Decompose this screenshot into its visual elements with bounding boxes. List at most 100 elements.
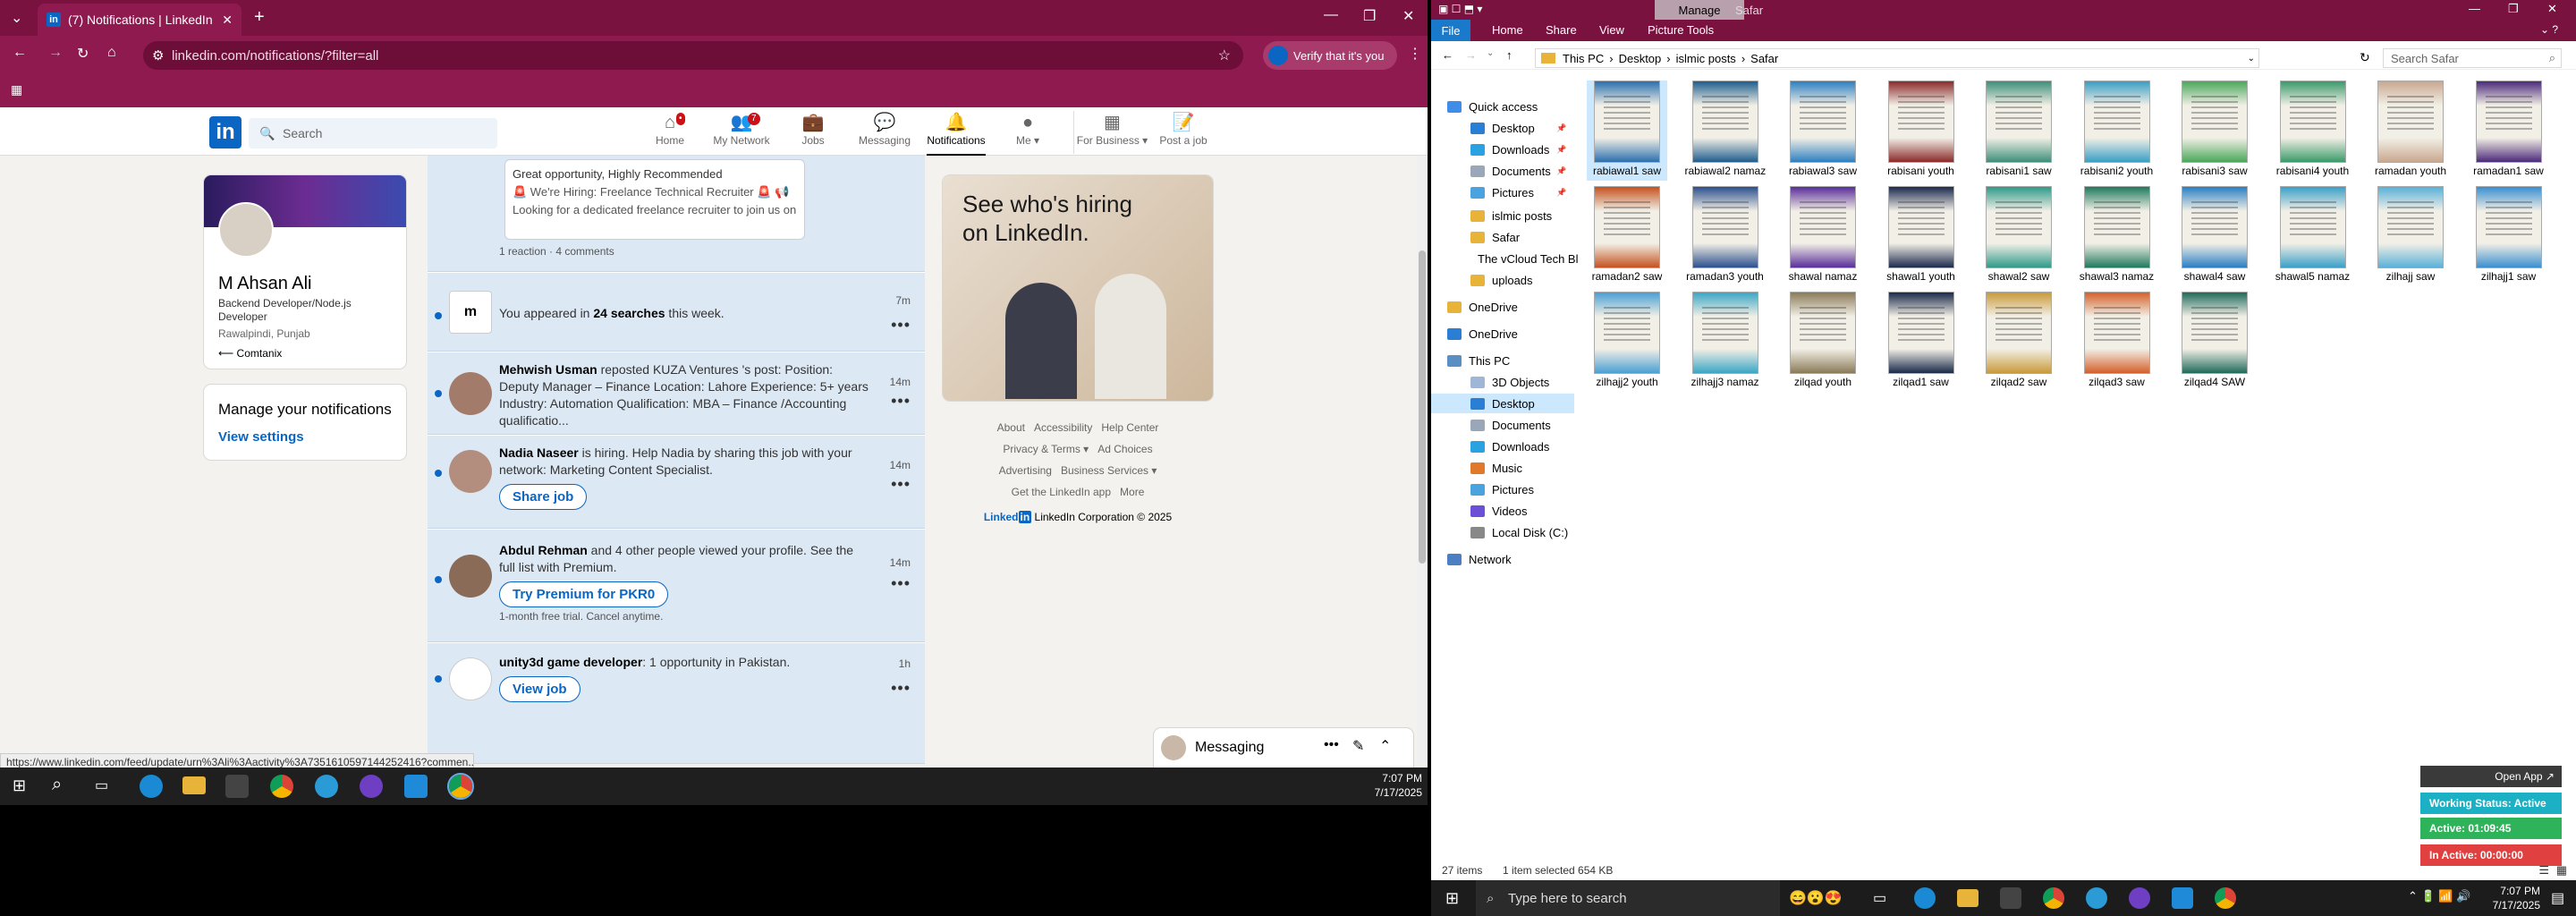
sidebar-item[interactable]: islmic posts (1431, 206, 1574, 225)
sidebar-item[interactable]: Safar (1431, 227, 1574, 247)
sidebar-item[interactable]: This PC (1431, 351, 1574, 370)
file-thumbnail[interactable]: zilhajj2 youth (1587, 292, 1667, 392)
bookmark-star-icon[interactable]: ☆ (1218, 47, 1231, 64)
site-info-icon[interactable]: ⚙ (152, 47, 164, 64)
address-bar[interactable]: ⚙ linkedin.com/notifications/?filter=all… (143, 41, 1243, 70)
reload-icon[interactable]: ↻ (77, 45, 89, 63)
breadcrumb[interactable]: This PC › Desktop › islmic posts › Safar ⌄ (1535, 48, 2259, 68)
windows-start-icon[interactable]: ⊞ (13, 776, 26, 795)
reactions-count[interactable]: 1 reaction · 4 comments (499, 245, 614, 258)
chrome-icon[interactable] (2043, 887, 2064, 909)
app-icon[interactable] (2086, 887, 2107, 909)
chrome-active-icon[interactable] (447, 773, 474, 800)
more-options-icon[interactable]: ••• (891, 574, 911, 593)
github-icon[interactable] (360, 775, 383, 798)
nav-home[interactable]: ⌂ • Home (635, 111, 705, 154)
file-thumbnail[interactable]: ramadan1 saw (2469, 81, 2549, 181)
file-explorer-icon[interactable] (182, 776, 206, 794)
view-job-button[interactable]: View job (499, 676, 580, 702)
post-preview[interactable]: Great opportunity, Highly Recommended 🚨 … (504, 159, 805, 240)
tab-file[interactable]: File (1431, 20, 1470, 41)
sidebar-item[interactable]: Videos (1431, 501, 1574, 521)
avatar[interactable] (449, 555, 492, 598)
close-window-icon[interactable]: ✕ (2547, 2, 2557, 16)
more-options-icon[interactable]: ••• (891, 392, 911, 411)
footer-privacy[interactable]: Privacy & Terms ▾ (1003, 443, 1089, 455)
crumb-safar[interactable]: Safar (1750, 52, 1778, 65)
minimize-icon[interactable]: — (2469, 2, 2480, 15)
open-app-button[interactable]: Open App ↗ (2420, 766, 2562, 787)
more-options-icon[interactable]: ••• (891, 316, 911, 335)
sidebar-item[interactable]: Local Disk (C:) (1431, 522, 1574, 542)
manage-tab[interactable]: Manage (1655, 0, 1744, 20)
file-thumbnail[interactable]: zilhajj1 saw (2469, 186, 2549, 286)
footer-app[interactable]: Get the LinkedIn app (1012, 486, 1111, 498)
sidebar-item[interactable]: uploads (1431, 270, 1574, 290)
file-thumbnail[interactable]: shawal4 saw (2174, 186, 2255, 286)
apps-grid-icon[interactable]: ▦ (11, 82, 22, 98)
sidebar-item[interactable]: Pictures 📌 (1431, 182, 1574, 202)
clock[interactable]: 7:07 PM 7/17/2025 (1375, 771, 1422, 800)
avatar[interactable] (449, 372, 492, 415)
refresh-icon[interactable]: ↻ (2360, 50, 2370, 65)
windows-start-icon[interactable]: ⊞ (1445, 889, 1459, 908)
nav-jobs[interactable]: 💼 Jobs (778, 111, 848, 154)
recent-icon[interactable]: ⌄ (1487, 48, 1494, 58)
file-thumbnail[interactable]: zilhajj saw (2370, 186, 2451, 286)
sidebar-item[interactable]: Documents 📌 (1431, 161, 1574, 181)
app-icon[interactable] (315, 775, 338, 798)
file-thumbnail[interactable]: zilqad1 saw (1881, 292, 1962, 392)
task-view-icon[interactable]: ▭ (1873, 889, 1886, 907)
home-icon[interactable]: ⌂ (107, 45, 116, 61)
avatar[interactable] (218, 202, 274, 258)
maximize-icon[interactable]: ❐ (1363, 7, 1376, 25)
chrome-icon[interactable] (270, 775, 293, 798)
table-row[interactable]: Mehwish Usman reposted KUZA Ventures 's … (428, 352, 925, 435)
sidebar-item[interactable]: OneDrive (1431, 297, 1574, 317)
sidebar-item[interactable]: OneDrive (1431, 324, 1574, 344)
search-input[interactable]: Search Safar ⌕ (2383, 48, 2562, 68)
footer-adchoices[interactable]: Ad Choices (1097, 443, 1152, 455)
table-row[interactable]: m You appeared in 24 searches this week.… (428, 273, 925, 352)
back-icon[interactable]: ← (13, 45, 27, 61)
emoji-widget-icon[interactable]: 😄😮😍 (1789, 889, 1843, 907)
github-icon[interactable] (2129, 887, 2150, 909)
file-thumbnail[interactable]: zilqad youth (1783, 292, 1863, 392)
compose-icon[interactable]: ✎ (1352, 737, 1364, 755)
file-thumbnail[interactable]: rabisani youth (1881, 81, 1962, 181)
store-icon[interactable] (2000, 887, 2021, 909)
file-thumbnail[interactable]: ramadan2 saw (1587, 186, 1667, 286)
store-icon[interactable] (225, 775, 249, 798)
quick-access-toolbar-icon[interactable]: ▣ ☐ ⬒ ▾ (1438, 3, 1482, 15)
search-icon[interactable]: ⌕ (52, 775, 62, 795)
file-thumbnail[interactable]: ramadan3 youth (1685, 186, 1766, 286)
sidebar-item[interactable]: Network (1431, 549, 1574, 569)
up-icon[interactable]: ↑ (1506, 48, 1513, 62)
file-thumbnail[interactable]: shawal1 youth (1881, 186, 1962, 286)
more-options-icon[interactable]: ••• (891, 679, 911, 698)
file-thumbnail[interactable]: rabisani4 youth (2273, 81, 2353, 181)
scrollbar[interactable] (1417, 156, 1428, 764)
avatar[interactable] (449, 450, 492, 493)
crumb-desktop[interactable]: Desktop (1619, 52, 1662, 65)
new-tab-icon[interactable]: + (254, 7, 265, 28)
taskbar-search-input[interactable]: ⌕ Type here to search (1476, 880, 1780, 916)
forward-icon[interactable]: → (1465, 48, 1477, 62)
footer-about[interactable]: About (997, 421, 1025, 434)
more-options-icon[interactable]: ••• (891, 475, 911, 494)
vscode-icon[interactable] (404, 775, 428, 798)
file-thumbnail[interactable]: shawal3 namaz (2077, 186, 2157, 286)
profile-company[interactable]: ⟵ Comtanix (218, 347, 282, 360)
file-thumbnail[interactable]: ramadan youth (2370, 81, 2451, 181)
file-thumbnail[interactable]: rabiawal3 saw (1783, 81, 1863, 181)
vscode-icon[interactable] (2172, 887, 2193, 909)
chevron-down-icon[interactable]: ⌄ (2248, 54, 2255, 64)
back-icon[interactable]: ← (1442, 48, 1453, 62)
edge-icon[interactable] (1914, 887, 1936, 909)
share-job-button[interactable]: Share job (499, 484, 588, 510)
file-thumbnail[interactable]: zilqad2 saw (1979, 292, 2059, 392)
crumb-this-pc[interactable]: This PC (1563, 52, 1604, 65)
maximize-icon[interactable]: ❐ (2508, 2, 2519, 16)
scrollbar-thumb[interactable] (1419, 250, 1426, 564)
file-thumbnail[interactable]: shawal2 saw (1979, 186, 2059, 286)
